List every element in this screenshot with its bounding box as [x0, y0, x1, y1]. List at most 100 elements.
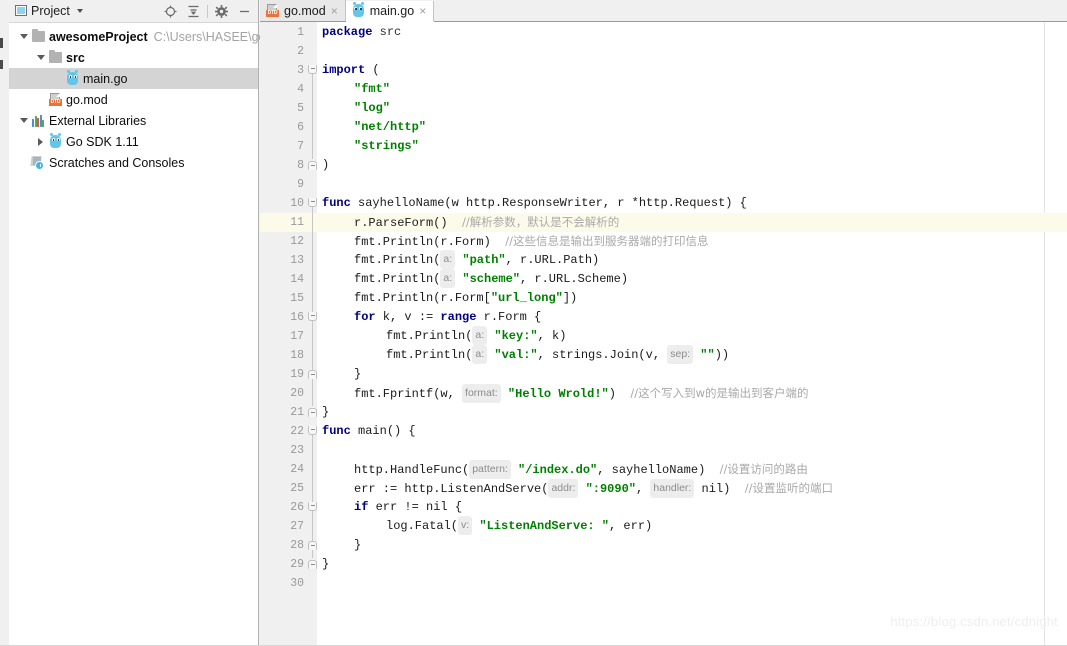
- code-line[interactable]: 29}: [260, 555, 1067, 574]
- code-line[interactable]: 15 fmt.Println(r.Form["url_long"]): [260, 289, 1067, 308]
- line-number: 9: [297, 178, 304, 191]
- fold-start-marker[interactable]: [308, 502, 317, 511]
- code-line[interactable]: 28}: [260, 536, 1067, 555]
- code-line[interactable]: 9: [260, 175, 1067, 194]
- fold-start-marker[interactable]: [308, 198, 317, 207]
- fold-start-marker[interactable]: [308, 65, 317, 74]
- code-line[interactable]: 6 "net/http": [260, 118, 1067, 137]
- inline-parameter-hint: addr:: [548, 479, 579, 498]
- line-number: 4: [297, 83, 304, 96]
- code-line[interactable]: 4 "fmt": [260, 80, 1067, 99]
- project-window-icon: [15, 5, 27, 16]
- code-line[interactable]: 20 fmt.Fprintf(w, format: "Hello Wrold!")…: [260, 384, 1067, 403]
- tree-item-label: Scratches and Consoles: [49, 155, 185, 170]
- code-line[interactable]: 30: [260, 574, 1067, 593]
- code-line[interactable]: 10 func sayhelloName(w http.ResponseWrite…: [260, 194, 1067, 213]
- tree-item-scratches-and-consoles[interactable]: Scratches and Consoles: [9, 152, 258, 173]
- code-token-kw: func: [322, 196, 351, 210]
- code-token-pln: , r.URL.Path): [505, 253, 600, 267]
- tab-label: main.go: [369, 4, 415, 18]
- code-line[interactable]: 14 fmt.Println(a: "scheme", r.URL.Scheme): [260, 269, 1067, 289]
- code-text: "fmt": [354, 80, 390, 99]
- tree-item-go-mod[interactable]: DTD go.mod: [9, 89, 258, 110]
- code-line[interactable]: 24 http.HandleFunc(pattern: "/index.do", …: [260, 460, 1067, 479]
- tree-item-external-libraries[interactable]: External Libraries: [9, 110, 258, 131]
- code-line[interactable]: 13 fmt.Println(a: "path", r.URL.Path): [260, 250, 1067, 270]
- tree-item-main-go[interactable]: main.go: [9, 68, 258, 89]
- chevron-down-icon[interactable]: [34, 47, 47, 68]
- fold-end-marker[interactable]: [308, 560, 317, 569]
- code-line[interactable]: 11 r.ParseForm() //解析参数，默认是不会解析的: [260, 213, 1067, 232]
- scratches-icon: [30, 152, 47, 173]
- line-number: 1: [297, 26, 304, 39]
- code-line[interactable]: 16 for k, v := range r.Form {: [260, 308, 1067, 327]
- code-token-pln: ]): [562, 291, 578, 305]
- line-number: 13: [290, 254, 304, 267]
- code-line[interactable]: 17 fmt.Println(a: "key:", k): [260, 326, 1067, 346]
- line-number: 18: [290, 349, 304, 362]
- code-token-pln: err := http.ListenAndServe(: [354, 482, 549, 496]
- line-number: 24: [290, 463, 304, 476]
- code-line[interactable]: 3 import (: [260, 61, 1067, 80]
- chevron-right-icon[interactable]: [34, 131, 47, 152]
- close-icon[interactable]: ×: [418, 5, 427, 17]
- fold-end-marker[interactable]: [308, 370, 317, 379]
- chevron-down-icon[interactable]: [17, 110, 30, 131]
- code-text: fmt.Fprintf(w, format: "Hello Wrold!") /…: [354, 384, 809, 404]
- code-line[interactable]: 8): [260, 156, 1067, 175]
- tree-item-awesomeproject[interactable]: awesomeProject C:\Users\HASEE\go: [9, 26, 266, 47]
- code-line[interactable]: 22 func main() {: [260, 422, 1067, 441]
- editor-tab-go-mod[interactable]: DTD go.mod ×: [260, 0, 346, 21]
- code-token-cmt: //这个写入到w的是输出到客户端的: [630, 386, 809, 400]
- code-line[interactable]: 19}: [260, 365, 1067, 384]
- code-token-pln: [501, 387, 508, 401]
- code-line[interactable]: 7 "strings": [260, 137, 1067, 156]
- fold-start-marker[interactable]: [308, 426, 317, 435]
- tab-label: go.mod: [284, 3, 326, 18]
- code-line[interactable]: 25 err := http.ListenAndServe(addr: ":909…: [260, 479, 1067, 498]
- code-token-pln: [372, 25, 379, 39]
- project-tree[interactable]: awesomeProject C:\Users\HASEE\go src main.g…: [9, 23, 266, 173]
- editor-tab-main-go[interactable]: main.go ×: [345, 1, 435, 22]
- code-line[interactable]: 12 fmt.Println(r.Form) //这些信息是输出到服务器端的打印信…: [260, 232, 1067, 251]
- chevron-down-icon[interactable]: [17, 26, 30, 47]
- code-line[interactable]: 21}: [260, 403, 1067, 422]
- code-line[interactable]: 1 package src: [260, 23, 1067, 42]
- code-lines[interactable]: 1 package src 2 3 import ( 4 "fmt" 5 "log" 6 "net/…: [260, 22, 1067, 646]
- code-text: fmt.Println(a: "key:", k): [386, 326, 566, 346]
- collapse-all-icon[interactable]: [182, 0, 205, 22]
- chevron-down-icon[interactable]: [76, 9, 83, 13]
- tree-item-src[interactable]: src: [9, 47, 258, 68]
- tree-arrow-spacer: [34, 89, 47, 110]
- minimize-icon[interactable]: [233, 0, 256, 22]
- fold-end-marker[interactable]: [308, 408, 317, 417]
- line-number: 14: [290, 273, 304, 286]
- code-token-str: "fmt": [354, 82, 391, 96]
- code-text: err := http.ListenAndServe(addr: ":9090"…: [354, 479, 833, 499]
- code-token-pln: r.Form {: [476, 310, 542, 324]
- code-line[interactable]: 2: [260, 42, 1067, 61]
- code-line[interactable]: 18 fmt.Println(a: "val:", strings.Join(v,…: [260, 345, 1067, 365]
- project-tool-window: Project awesomeProject C:\Users\HASEE\go…: [9, 0, 266, 646]
- close-icon[interactable]: ×: [330, 5, 339, 17]
- inline-parameter-hint: a:: [472, 345, 488, 364]
- code-line[interactable]: 23: [260, 441, 1067, 460]
- locate-in-tree-icon[interactable]: [159, 0, 182, 22]
- fold-start-marker[interactable]: [308, 312, 317, 321]
- tree-arrow-spacer: [17, 152, 30, 173]
- fold-end-marker[interactable]: [308, 541, 317, 550]
- code-token-str: "net/http": [354, 120, 427, 134]
- code-editor[interactable]: 1 package src 2 3 import ( 4 "fmt" 5 "log" 6 "net/…: [260, 22, 1067, 646]
- code-line[interactable]: 5 "log": [260, 99, 1067, 118]
- code-folding-column[interactable]: [307, 22, 317, 646]
- code-token-str: ":9090": [585, 482, 636, 496]
- code-line[interactable]: 26 if err != nil {: [260, 498, 1067, 517]
- gear-icon[interactable]: [210, 0, 233, 22]
- fold-end-marker[interactable]: [308, 161, 317, 170]
- code-text: http.HandleFunc(pattern: "/index.do", sa…: [354, 460, 808, 480]
- code-token-pln: ): [608, 387, 631, 401]
- line-number: 8: [297, 159, 304, 172]
- tree-item-go-sdk-1-11[interactable]: Go SDK 1.11: [9, 131, 258, 152]
- code-token-pln: main() {: [350, 424, 416, 438]
- code-line[interactable]: 27 log.Fatal(v: "ListenAndServe: ", err): [260, 516, 1067, 536]
